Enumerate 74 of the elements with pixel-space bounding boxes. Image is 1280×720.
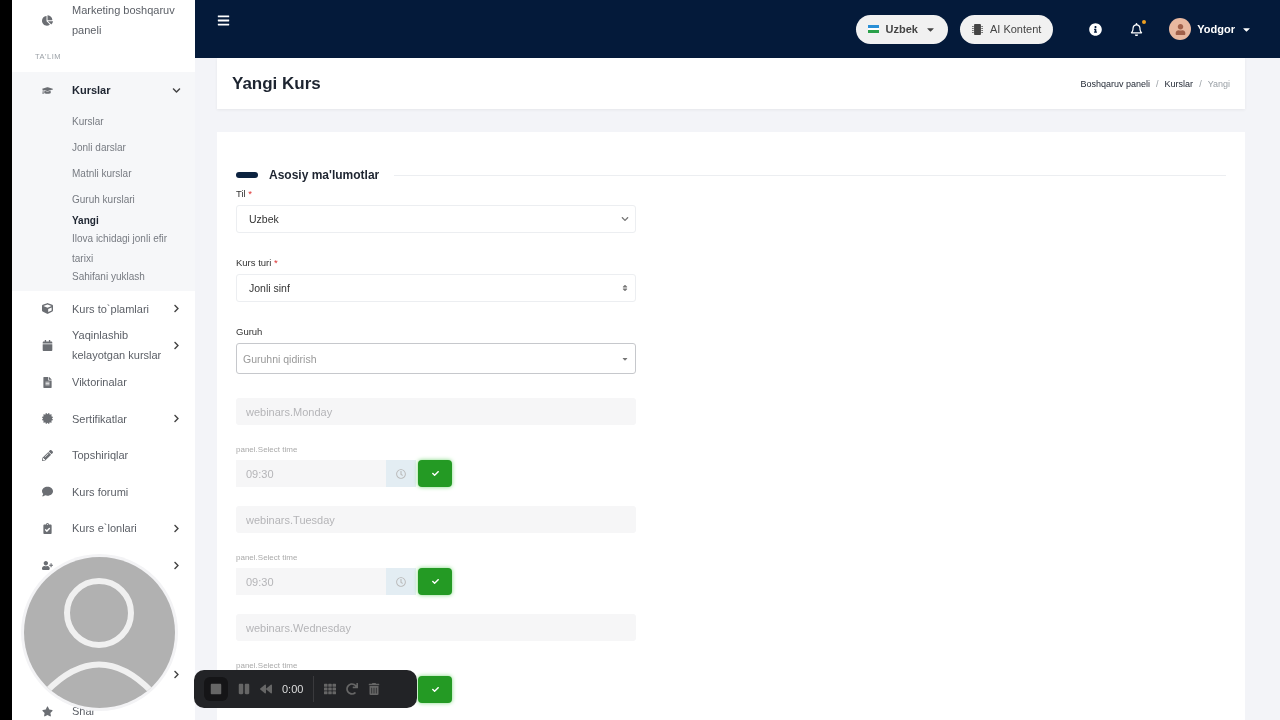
ai-button[interactable]: AI Kontent — [959, 14, 1054, 44]
check-icon — [431, 470, 439, 477]
breadcrumb-separator: / — [1199, 78, 1202, 89]
menu-item-icon — [42, 14, 53, 26]
stop-icon — [210, 683, 222, 695]
field-label: panel.Select time — [236, 553, 299, 562]
sidebar-item[interactable]: Kurs forumi — [12, 473, 195, 511]
sidebar-item[interactable]: Kurs e`lonlari — [12, 510, 195, 547]
menu-item-icon — [42, 84, 53, 96]
trash-icon — [368, 683, 381, 695]
chip-icon — [971, 23, 983, 35]
recording-time: 0:00 — [282, 683, 304, 695]
grid-button[interactable] — [324, 683, 337, 695]
delete-button[interactable] — [368, 683, 381, 695]
flag-icon — [867, 25, 879, 33]
submenu-item[interactable]: Yangi — [12, 212, 182, 229]
user-menu[interactable]: Yodgor — [1163, 17, 1258, 41]
menu-item-icon — [42, 376, 53, 388]
submenu-item[interactable]: Ilova ichidagi jonli efir tarixi — [12, 228, 182, 269]
page-title: Yangi Kurs — [232, 73, 321, 94]
menu-item-icon — [42, 486, 53, 498]
menu-item-icon — [42, 340, 53, 351]
restart-icon — [346, 683, 359, 695]
day-field: webinars.Monday — [236, 398, 636, 425]
field-label: Til * — [236, 188, 253, 199]
required-mark: * — [274, 257, 278, 268]
sidebar-item[interactable]: Yaqinlashib kelayotgan kurslar — [12, 327, 195, 364]
language-dropdown[interactable]: Uzbek — [855, 14, 948, 44]
restart-button[interactable] — [346, 683, 359, 695]
sidebar-item[interactable]: Kurs to`plamlari — [12, 290, 195, 328]
pause-button[interactable] — [238, 683, 250, 695]
submenu-item[interactable]: Matnli kurslar — [12, 160, 182, 187]
menu-item-icon — [42, 449, 53, 461]
check-icon — [431, 578, 439, 585]
menu-icon[interactable] — [217, 13, 230, 27]
confirm-button[interactable] — [418, 460, 452, 487]
sidebar-item[interactable]: Marketing boshqaruv paneli — [12, 0, 195, 40]
rewind-button[interactable] — [260, 683, 272, 695]
confirm-button[interactable] — [418, 568, 452, 595]
sidebar-item[interactable]: Sertifikatlar — [12, 400, 195, 437]
sidebar-item[interactable]: Topshiriqlar — [12, 436, 195, 474]
pause-icon — [238, 683, 250, 695]
grid-icon — [324, 683, 337, 695]
breadcrumb-separator: / — [1156, 78, 1159, 89]
menu-item-icon — [42, 413, 53, 425]
breadcrumb-link[interactable]: Boshqaruv paneli — [1080, 78, 1151, 89]
confirm-button[interactable] — [418, 676, 452, 703]
menu-item-icon — [42, 705, 53, 717]
day-field: webinars.Wednesday — [236, 614, 636, 641]
menu-item-icon — [42, 522, 53, 534]
submenu-item[interactable]: Kurslar — [12, 108, 182, 135]
field-label: Kurs turi * — [236, 257, 279, 268]
breadcrumb-link[interactable]: Kurslar — [1164, 78, 1194, 89]
field-label: panel.Select time — [236, 661, 299, 670]
menu-item-icon — [42, 303, 53, 315]
select-field[interactable]: Jonli sinf — [236, 274, 636, 302]
submenu-item[interactable]: Guruh kurslari — [12, 186, 182, 213]
section-bar — [236, 172, 258, 178]
select-field[interactable]: Uzbek — [236, 205, 636, 233]
rewind-icon — [260, 683, 272, 695]
sidebar-item[interactable]: Viktorinalar — [12, 363, 195, 401]
caret-icon — [621, 284, 629, 292]
field-label: panel.Select time — [236, 445, 299, 454]
stop-button[interactable] — [204, 677, 228, 701]
menu-item-icon — [42, 559, 53, 571]
field-label: Guruh — [236, 326, 264, 337]
required-mark: * — [248, 188, 252, 199]
submenu-item[interactable]: Jonli darslar — [12, 134, 182, 161]
section-title: Asosiy ma'lumotlar — [269, 168, 380, 182]
submenu-item[interactable]: Sahifani yuklash — [12, 268, 182, 285]
check-icon — [431, 686, 439, 693]
avatar-icon — [1169, 18, 1192, 40]
caret-icon — [621, 215, 629, 223]
day-field: webinars.Tuesday — [236, 506, 636, 533]
